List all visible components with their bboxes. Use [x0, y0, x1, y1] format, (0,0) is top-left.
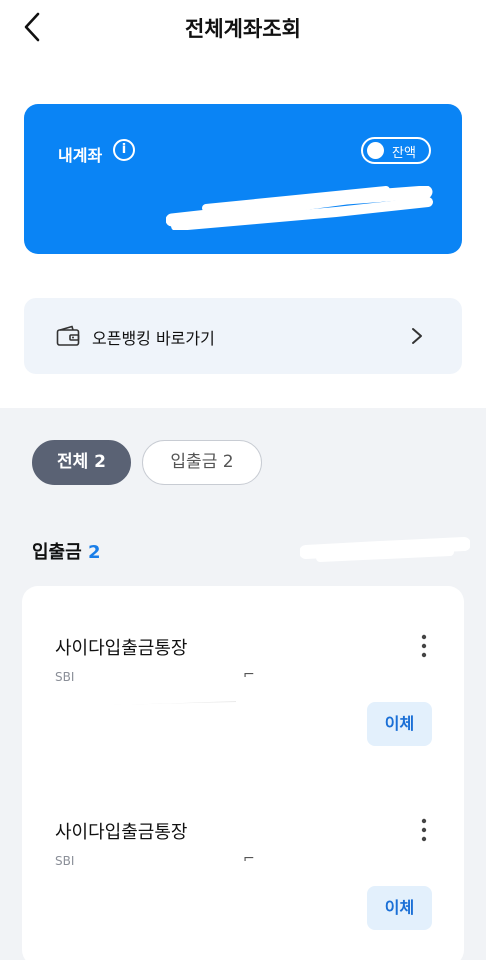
account-item[interactable]: 사이다입출금통장 SBI ⌐ 이체 [22, 770, 464, 950]
transfer-button[interactable]: 이체 [367, 886, 432, 930]
account-item[interactable]: 사이다입출금통장 SBI ⌐ 이체 [22, 586, 464, 766]
redacted-account-balance [52, 701, 242, 722]
my-account-card: 내계좌 i 잔액 [24, 104, 462, 254]
chevron-right-icon [412, 328, 422, 344]
my-account-label: 내계좌 [58, 146, 103, 165]
wallet-icon [56, 325, 80, 346]
redacted-account-number [83, 854, 255, 872]
open-banking-shortcut[interactable]: 오픈뱅킹 바로가기 [24, 298, 462, 374]
toggle-knob [367, 142, 384, 159]
more-vertical-icon[interactable] [414, 816, 434, 844]
account-name: 사이다입출금통장 [55, 638, 188, 659]
filter-deposit-withdrawal[interactable]: 입출금 2 [142, 440, 262, 485]
page-title: 전체계좌조회 [185, 17, 301, 41]
open-banking-label: 오픈뱅킹 바로가기 [92, 329, 215, 348]
filter-all[interactable]: 전체 2 [32, 440, 131, 485]
section-title: 입출금 [32, 542, 82, 563]
balance-toggle-label: 잔액 [392, 146, 416, 161]
balance-toggle[interactable]: 잔액 [361, 137, 431, 164]
transfer-button[interactable]: 이체 [367, 702, 432, 746]
redacted-total-amount [166, 186, 433, 230]
accounts-list: 사이다입출금통장 SBI ⌐ 이체 사이다입출금통장 SBI ⌐ 이체 [22, 586, 464, 960]
copy-glyph: ⌐ [243, 854, 255, 867]
copy-glyph: ⌐ [243, 670, 255, 683]
redacted-account-balance [52, 886, 242, 906]
info-icon[interactable]: i [113, 139, 135, 161]
account-number: SBI ⌐ [55, 854, 255, 872]
account-number-prefix: SBI [55, 854, 75, 868]
account-number-prefix: SBI [55, 670, 75, 684]
redacted-section-total [300, 537, 470, 562]
redacted-account-number [83, 670, 255, 688]
account-number: SBI ⌐ [55, 670, 255, 688]
app-header: 전체계좌조회 [0, 0, 486, 56]
more-vertical-icon[interactable] [414, 632, 434, 660]
section-heading: 입출금 2 [32, 538, 101, 564]
section-count: 2 [87, 542, 101, 563]
account-name: 사이다입출금통장 [55, 822, 188, 843]
